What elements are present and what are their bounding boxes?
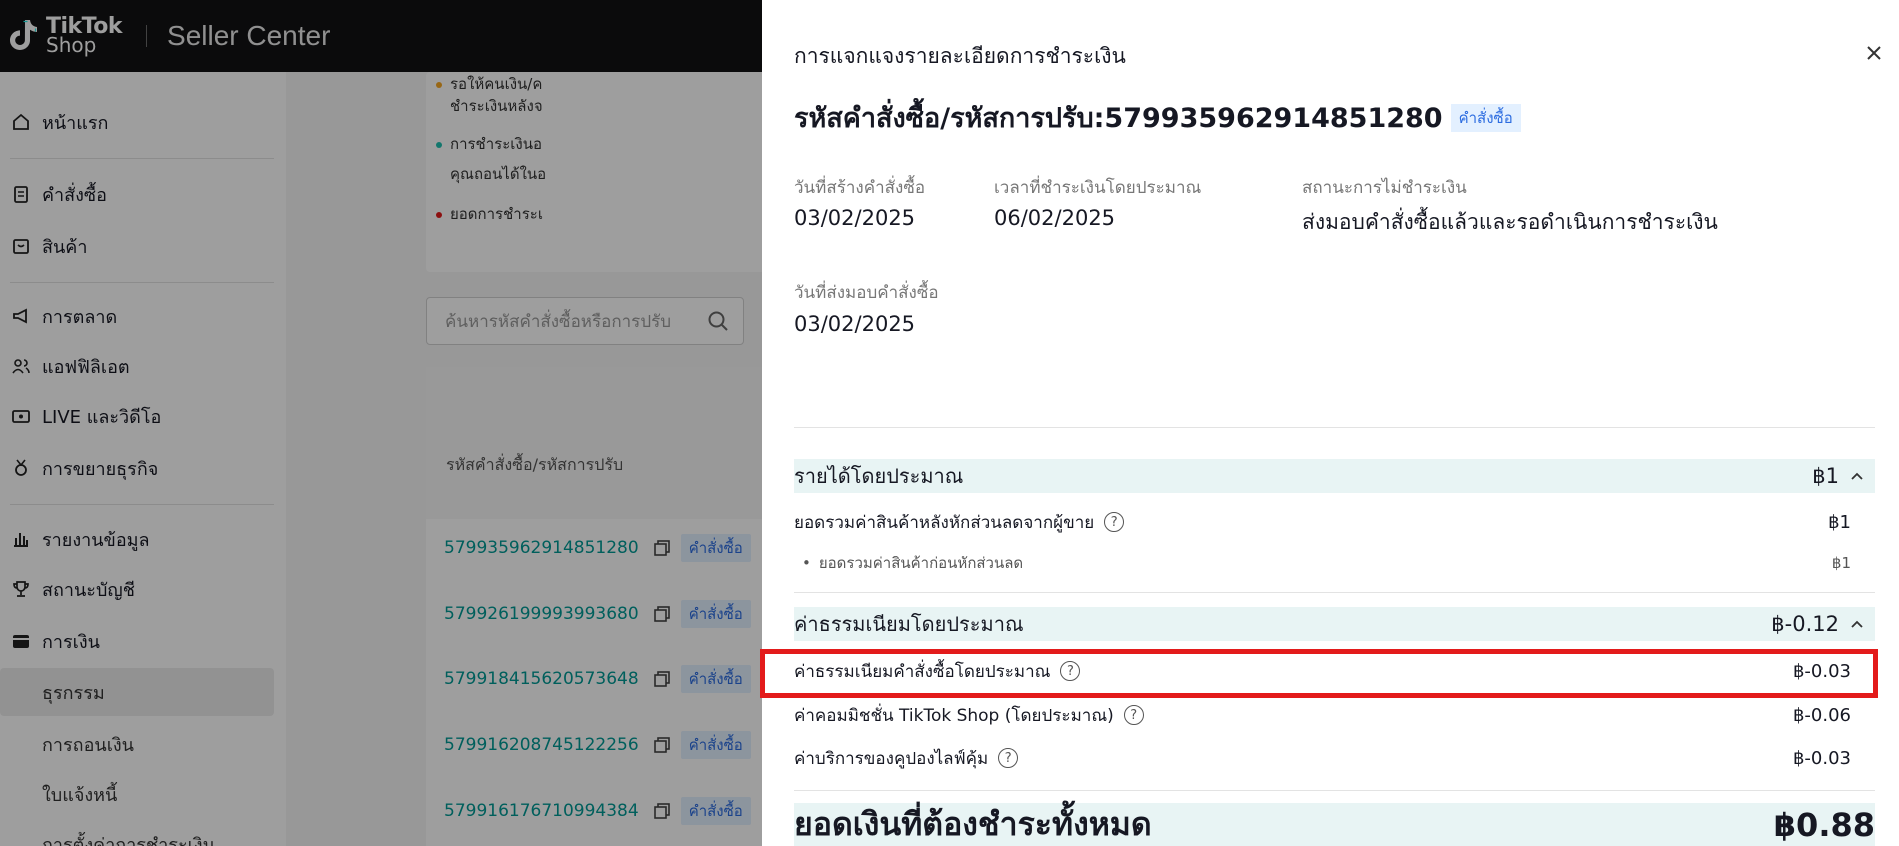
est-pay-label: เวลาที่ชำระเงินโดยประมาณ: [994, 178, 1202, 198]
highlight-box: [760, 649, 1878, 698]
created-date-label: วันที่สร้างคำสั่งซื้อ: [794, 178, 926, 198]
order-type-tag: คำสั่งซื้อ: [1450, 103, 1521, 132]
revenue-label: รายได้โดยประมาณ: [794, 464, 964, 488]
modal-backdrop[interactable]: [0, 72, 762, 846]
drawer-title: การแจกแจงรายละเอียดการชำระเงิน: [794, 44, 1126, 68]
total-label: ยอดเงินที่ต้องชำระทั้งหมด: [794, 805, 1152, 843]
revenue-line-item: ยอดรวมค่าสินค้าหลังหักส่วนลดจากผู้ขาย? ฿…: [794, 507, 1851, 537]
order-heading: รหัสคำสั่งซื้อ/รหัสการปรับ:5799359629148…: [794, 96, 1521, 139]
revenue-section-header[interactable]: รายได้โดยประมาณ ฿1: [794, 459, 1875, 493]
revenue-sub-line-item: • ยอดรวมค่าสินค้าก่อนหักส่วนลด ฿1: [794, 548, 1851, 578]
fees-section-header[interactable]: ค่าธรรมเนียมโดยประมาณ ฿-0.12: [794, 607, 1875, 641]
fees-label: ค่าธรรมเนียมโดยประมาณ: [794, 612, 1024, 636]
help-icon[interactable]: ?: [1104, 512, 1125, 532]
fee-line-item: ค่าบริการของคูปองไลฟ์คุ้ม? ฿-0.03: [794, 743, 1851, 773]
line-item-label: ยอดรวมค่าสินค้าหลังหักส่วนลดจากผู้ขาย: [794, 512, 1095, 533]
status-label: สถานะการไม่ชำระเงิน: [1302, 178, 1467, 198]
bullet: •: [802, 554, 811, 572]
help-icon[interactable]: ?: [1123, 705, 1144, 725]
modal-backdrop-top[interactable]: [0, 0, 762, 72]
divider: [794, 790, 1875, 791]
payment-breakdown-drawer: การแจกแจงรายละเอียดการชำระเงิน รหัสคำสั่…: [762, 0, 1899, 846]
chevron-up-icon[interactable]: [1849, 468, 1865, 488]
order-heading-text: รหัสคำสั่งซื้อ/รหัสการปรับ:5799359629148…: [794, 103, 1443, 134]
delivered-date-label: วันที่ส่งมอบคำสั่งซื้อ: [794, 283, 939, 303]
est-pay-value: 06/02/2025: [994, 206, 1116, 230]
help-icon[interactable]: ?: [998, 748, 1019, 768]
created-date-value: 03/02/2025: [794, 206, 916, 230]
chevron-up-icon[interactable]: [1849, 616, 1865, 636]
delivered-date-value: 03/02/2025: [794, 312, 916, 336]
line-item-amount: ฿-0.06: [1792, 704, 1851, 726]
line-item-amount: ฿1: [1828, 511, 1851, 533]
line-item-label: ยอดรวมค่าสินค้าก่อนหักส่วนลด: [818, 554, 1024, 572]
line-item-amount: ฿1: [1831, 554, 1851, 572]
status-value: ส่งมอบคำสั่งซื้อแล้วและรอดำเนินการชำระเง…: [1302, 210, 1718, 234]
line-item-label: ค่าคอมมิชชั่น TikTok Shop (โดยประมาณ): [794, 705, 1114, 726]
total-amount: ฿0.88: [1773, 805, 1875, 844]
line-item-amount: ฿-0.03: [1792, 747, 1851, 769]
line-item-label: ค่าบริการของคูปองไลฟ์คุ้ม: [794, 748, 989, 769]
divider: [794, 427, 1875, 428]
total-row: ยอดเงินที่ต้องชำระทั้งหมด ฿0.88: [794, 803, 1875, 846]
revenue-amount: ฿1: [1812, 464, 1839, 488]
fee-line-item: ค่าคอมมิชชั่น TikTok Shop (โดยประมาณ)? ฿…: [794, 700, 1851, 730]
divider: [794, 592, 1875, 593]
fees-amount: ฿-0.12: [1771, 612, 1839, 636]
close-icon[interactable]: [1863, 42, 1885, 64]
